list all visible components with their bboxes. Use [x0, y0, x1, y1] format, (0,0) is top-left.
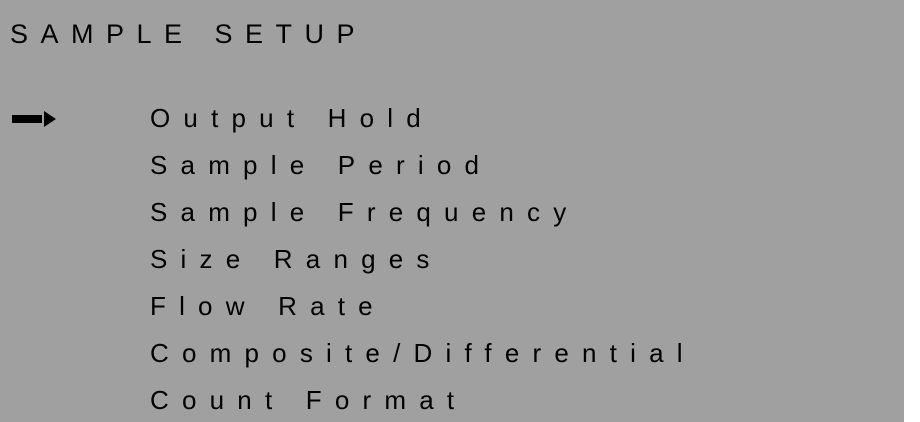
- setup-menu: Output Hold Sample Period Sample Frequen…: [0, 95, 904, 422]
- screen-title: SAMPLE SETUP: [10, 19, 368, 49]
- menu-item-label: Sample Frequency: [150, 197, 580, 227]
- menu-item-composite-differential[interactable]: Composite/Differential: [0, 330, 904, 377]
- menu-item-label: Count Format: [150, 385, 468, 415]
- menu-item-label: Composite/Differential: [150, 338, 696, 368]
- arrow-right-icon: [12, 111, 56, 127]
- menu-item-label: Flow Rate: [150, 291, 386, 321]
- menu-item-label: Sample Period: [150, 150, 493, 180]
- menu-item-label: Output Hold: [150, 103, 434, 133]
- sample-setup-screen: SAMPLE SETUP Output Hold Sample Period S…: [0, 0, 904, 422]
- menu-item-flow-rate[interactable]: Flow Rate: [0, 283, 904, 330]
- menu-item-sample-frequency[interactable]: Sample Frequency: [0, 189, 904, 236]
- menu-item-size-ranges[interactable]: Size Ranges: [0, 236, 904, 283]
- menu-item-label: Size Ranges: [150, 244, 443, 274]
- menu-item-output-hold[interactable]: Output Hold: [0, 95, 904, 142]
- menu-item-count-format[interactable]: Count Format: [0, 377, 904, 422]
- menu-item-sample-period[interactable]: Sample Period: [0, 142, 904, 189]
